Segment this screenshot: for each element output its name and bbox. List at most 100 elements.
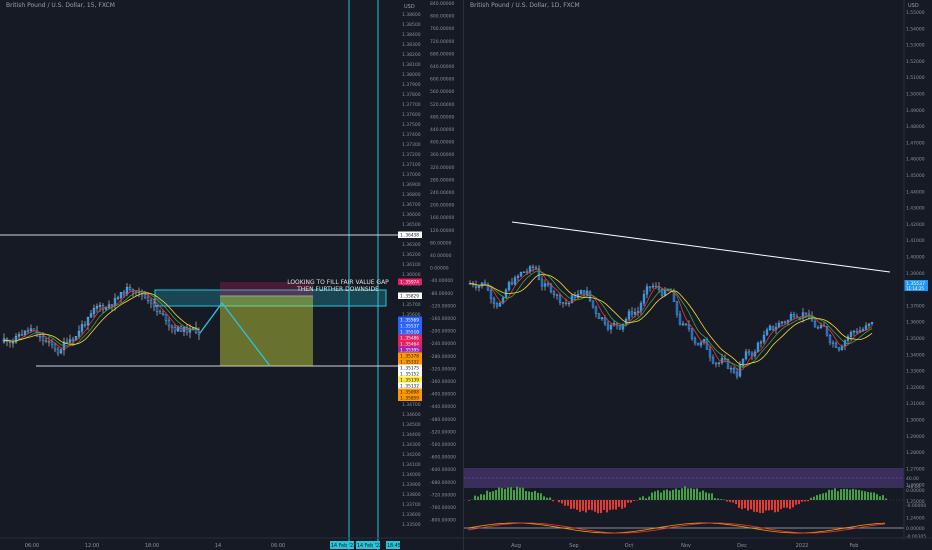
macd-bar bbox=[570, 500, 572, 510]
macd-bar bbox=[468, 500, 470, 501]
candle bbox=[591, 300, 595, 308]
price-tick: 1.35000 bbox=[906, 336, 925, 342]
macd-bar bbox=[579, 500, 581, 512]
candle bbox=[819, 325, 823, 329]
candle bbox=[152, 302, 156, 307]
candle bbox=[765, 329, 769, 336]
macd-bar bbox=[660, 492, 662, 500]
candle bbox=[495, 303, 499, 307]
macd-bar bbox=[585, 500, 587, 513]
macd-bar bbox=[771, 500, 773, 510]
candle bbox=[170, 325, 174, 328]
candle bbox=[768, 325, 772, 330]
candle bbox=[855, 330, 859, 333]
candle bbox=[89, 313, 93, 318]
time-label: 2022 bbox=[796, 543, 809, 549]
candle bbox=[561, 302, 565, 304]
price-tick: 1.37200 bbox=[402, 152, 421, 158]
macd-bar bbox=[855, 489, 857, 500]
candle bbox=[197, 332, 201, 336]
osc-tick: 600.00000 bbox=[430, 77, 454, 83]
osc-tick: 760.00000 bbox=[430, 26, 454, 32]
macd-bar bbox=[831, 489, 833, 500]
candle bbox=[161, 313, 165, 315]
macd-bar bbox=[564, 500, 566, 506]
candle bbox=[837, 347, 841, 351]
macd-bar bbox=[561, 500, 563, 504]
osc-tick: -440.00000 bbox=[430, 404, 456, 410]
price-tick: 1.41000 bbox=[906, 238, 925, 244]
osc-tick: -520.00000 bbox=[430, 429, 456, 435]
right-price-chart[interactable]: 1.55000 1.54000 1.53000 1.52000 1.51000 1.500… bbox=[464, 0, 932, 550]
candle bbox=[68, 339, 72, 343]
candle bbox=[125, 287, 129, 295]
price-tick: 1.34000 bbox=[402, 472, 421, 478]
price-tick: 1.36200 bbox=[402, 252, 421, 258]
price-tick: 1.46000 bbox=[906, 157, 925, 163]
price-tick: 1.38600 bbox=[402, 12, 421, 18]
date-tag-text: 18:45 bbox=[387, 543, 401, 549]
candle bbox=[615, 322, 619, 326]
candle bbox=[654, 285, 658, 288]
candle bbox=[149, 300, 153, 304]
price-tick: 1.37500 bbox=[402, 122, 421, 128]
macd-bar bbox=[834, 488, 836, 500]
macd-bar bbox=[792, 500, 794, 508]
macd-bar bbox=[882, 495, 884, 500]
candle bbox=[711, 357, 715, 364]
macd-bar bbox=[501, 487, 503, 500]
macd-bar bbox=[690, 488, 692, 500]
price-tick: 1.38000 bbox=[402, 72, 421, 78]
candle bbox=[516, 275, 520, 278]
left-chart-pane[interactable]: LOOKING TO FILL FAIR VALUE GAP THEN FURTH… bbox=[0, 0, 463, 550]
price-tick: 1.36100 bbox=[402, 262, 421, 268]
candle bbox=[483, 282, 487, 285]
macd-bar bbox=[678, 489, 680, 500]
price-tick: 1.34600 bbox=[402, 412, 421, 418]
macd-bar bbox=[798, 500, 800, 505]
macd-bar bbox=[729, 500, 731, 503]
price-tick: 1.24000 bbox=[906, 515, 925, 521]
osc-tick: 480.00000 bbox=[430, 114, 454, 120]
candle bbox=[20, 334, 24, 336]
left-symbol-title: British Pound / U.S. Dollar, 15, FXCM bbox=[6, 2, 115, 9]
macd-bar bbox=[531, 492, 533, 500]
price-tick: 1.36500 bbox=[402, 222, 421, 228]
macd-bar bbox=[567, 500, 569, 506]
macd-bar bbox=[657, 490, 659, 500]
macd-bar bbox=[546, 497, 548, 500]
candle bbox=[164, 314, 168, 321]
macd-bar bbox=[639, 497, 641, 500]
price-tick: 1.37000 bbox=[906, 303, 925, 309]
macd-bar bbox=[612, 500, 614, 510]
candle bbox=[104, 307, 108, 310]
time-label: 06:00 bbox=[25, 543, 39, 549]
price-tick: 1.52000 bbox=[906, 59, 925, 65]
left-price-chart[interactable]: LOOKING TO FILL FAIR VALUE GAPTHEN FURTH… bbox=[0, 0, 463, 550]
candle bbox=[585, 290, 589, 296]
time-label: Sep bbox=[569, 543, 578, 549]
right-chart-pane[interactable]: 1.55000 1.54000 1.53000 1.52000 1.51000 1.500… bbox=[464, 0, 932, 550]
osc-tick: -680.00000 bbox=[430, 480, 456, 486]
candle bbox=[498, 302, 502, 307]
macd-bar bbox=[504, 488, 506, 500]
price-tick: 1.36000 bbox=[402, 272, 421, 278]
candle bbox=[759, 341, 763, 344]
macd-bar bbox=[549, 497, 551, 500]
candle bbox=[158, 311, 162, 314]
price-tick: 1.37100 bbox=[402, 162, 421, 168]
price-tick: 1.36800 bbox=[402, 192, 421, 198]
macd-bar bbox=[774, 500, 776, 513]
price-tick: 1.36300 bbox=[402, 242, 421, 248]
candle bbox=[83, 324, 87, 326]
price-tick: 1.45000 bbox=[906, 173, 925, 179]
osc-tick: 120.00000 bbox=[430, 228, 454, 234]
candle bbox=[771, 325, 775, 331]
candle bbox=[642, 294, 646, 304]
price-tick: 1.33000 bbox=[906, 369, 925, 375]
candle bbox=[633, 312, 637, 315]
candle bbox=[651, 285, 655, 288]
macd-bar bbox=[642, 496, 644, 500]
candle bbox=[717, 362, 721, 364]
candle bbox=[492, 298, 496, 304]
